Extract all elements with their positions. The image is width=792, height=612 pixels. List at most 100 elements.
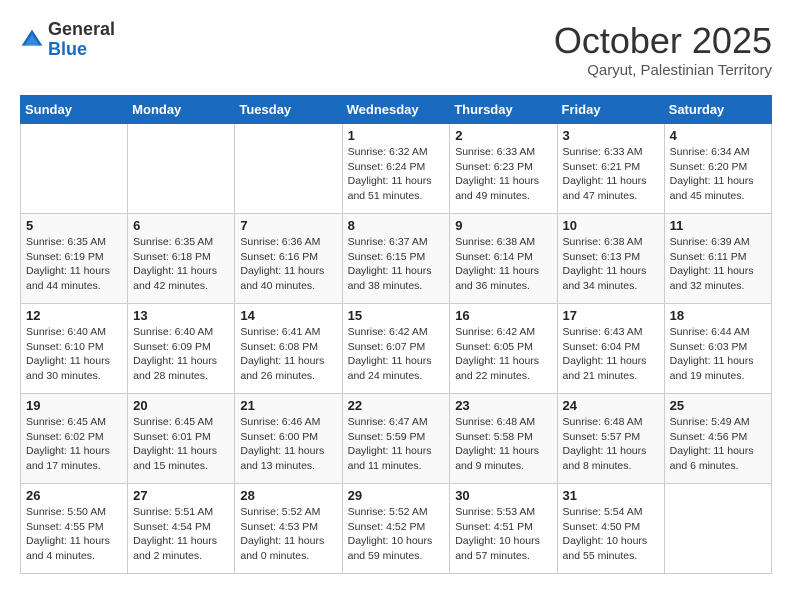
day-info: Sunrise: 5:52 AM Sunset: 4:53 PM Dayligh… <box>240 505 336 564</box>
calendar-week-5: 26 Sunrise: 5:50 AM Sunset: 4:55 PM Dayli… <box>21 484 772 574</box>
day-number: 27 <box>133 488 229 503</box>
day-info: Sunrise: 5:52 AM Sunset: 4:52 PM Dayligh… <box>348 505 445 564</box>
day-info: Sunrise: 5:54 AM Sunset: 4:50 PM Dayligh… <box>563 505 659 564</box>
day-info: Sunrise: 6:43 AM Sunset: 6:04 PM Dayligh… <box>563 325 659 384</box>
day-number: 31 <box>563 488 659 503</box>
day-number: 11 <box>670 218 766 233</box>
day-info: Sunrise: 6:39 AM Sunset: 6:11 PM Dayligh… <box>670 235 766 294</box>
day-info: Sunrise: 6:33 AM Sunset: 6:23 PM Dayligh… <box>455 145 551 204</box>
calendar-cell: 14Sunrise: 6:41 AM Sunset: 6:08 PM Dayli… <box>235 304 342 394</box>
calendar-cell: 18 Sunrise: 6:44 AM Sunset: 6:03 PM Dayli… <box>664 304 771 394</box>
weekday-row: SundayMondayTuesdayWednesdayThursdayFrid… <box>21 96 772 124</box>
logo-text: General Blue <box>48 20 115 60</box>
day-info: Sunrise: 6:44 AM Sunset: 6:03 PM Dayligh… <box>670 325 766 384</box>
day-info: Sunrise: 6:42 AM Sunset: 6:05 PM Dayligh… <box>455 325 551 384</box>
day-number: 12 <box>26 308 122 323</box>
calendar-week-4: 19 Sunrise: 6:45 AM Sunset: 6:02 PM Dayli… <box>21 394 772 484</box>
logo-general-text: General <box>48 20 115 40</box>
calendar-cell <box>235 124 342 214</box>
location-title: Qaryut, Palestinian Territory <box>554 62 772 79</box>
day-number: 6 <box>133 218 229 233</box>
weekday-header-friday: Friday <box>557 96 664 124</box>
calendar-cell: 20Sunrise: 6:45 AM Sunset: 6:01 PM Dayli… <box>128 394 235 484</box>
day-info: Sunrise: 5:51 AM Sunset: 4:54 PM Dayligh… <box>133 505 229 564</box>
day-info: Sunrise: 6:35 AM Sunset: 6:18 PM Dayligh… <box>133 235 229 294</box>
logo-icon <box>20 28 44 52</box>
page-header: General Blue October 2025 Qaryut, Palest… <box>20 20 772 79</box>
day-info: Sunrise: 6:40 AM Sunset: 6:09 PM Dayligh… <box>133 325 229 384</box>
calendar-cell: 12 Sunrise: 6:40 AM Sunset: 6:10 PM Dayli… <box>21 304 128 394</box>
day-number: 30 <box>455 488 551 503</box>
day-number: 18 <box>670 308 766 323</box>
day-number: 8 <box>348 218 445 233</box>
day-info: Sunrise: 6:48 AM Sunset: 5:58 PM Dayligh… <box>455 415 551 474</box>
calendar-cell: 11 Sunrise: 6:39 AM Sunset: 6:11 PM Dayli… <box>664 214 771 304</box>
calendar-cell: 31 Sunrise: 5:54 AM Sunset: 4:50 PM Dayli… <box>557 484 664 574</box>
day-number: 19 <box>26 398 122 413</box>
day-number: 24 <box>563 398 659 413</box>
calendar-week-2: 5 Sunrise: 6:35 AM Sunset: 6:19 PM Daylig… <box>21 214 772 304</box>
month-title: October 2025 <box>554 20 772 62</box>
weekday-header-monday: Monday <box>128 96 235 124</box>
calendar-cell <box>664 484 771 574</box>
day-number: 14 <box>240 308 336 323</box>
weekday-header-tuesday: Tuesday <box>235 96 342 124</box>
calendar-week-3: 12 Sunrise: 6:40 AM Sunset: 6:10 PM Dayli… <box>21 304 772 394</box>
calendar-cell: 26 Sunrise: 5:50 AM Sunset: 4:55 PM Dayli… <box>21 484 128 574</box>
calendar-cell: 15Sunrise: 6:42 AM Sunset: 6:07 PM Dayli… <box>342 304 450 394</box>
calendar-cell: 29 Sunrise: 5:52 AM Sunset: 4:52 PM Dayli… <box>342 484 450 574</box>
day-info: Sunrise: 6:46 AM Sunset: 6:00 PM Dayligh… <box>240 415 336 474</box>
calendar-cell: 16 Sunrise: 6:42 AM Sunset: 6:05 PM Dayli… <box>450 304 557 394</box>
calendar-cell: 24Sunrise: 6:48 AM Sunset: 5:57 PM Dayli… <box>557 394 664 484</box>
title-block: October 2025 Qaryut, Palestinian Territo… <box>554 20 772 79</box>
calendar-cell <box>21 124 128 214</box>
calendar-week-1: 1 Sunrise: 6:32 AM Sunset: 6:24 PM Daylig… <box>21 124 772 214</box>
calendar-cell: 3Sunrise: 6:33 AM Sunset: 6:21 PM Daylig… <box>557 124 664 214</box>
calendar-cell: 19 Sunrise: 6:45 AM Sunset: 6:02 PM Dayli… <box>21 394 128 484</box>
calendar-cell: 2Sunrise: 6:33 AM Sunset: 6:23 PM Daylig… <box>450 124 557 214</box>
day-info: Sunrise: 6:40 AM Sunset: 6:10 PM Dayligh… <box>26 325 122 384</box>
day-number: 7 <box>240 218 336 233</box>
day-info: Sunrise: 6:34 AM Sunset: 6:20 PM Dayligh… <box>670 145 766 204</box>
day-number: 10 <box>563 218 659 233</box>
day-info: Sunrise: 6:45 AM Sunset: 6:02 PM Dayligh… <box>26 415 122 474</box>
day-number: 5 <box>26 218 122 233</box>
day-number: 26 <box>26 488 122 503</box>
day-info: Sunrise: 6:37 AM Sunset: 6:15 PM Dayligh… <box>348 235 445 294</box>
calendar-cell: 8 Sunrise: 6:37 AM Sunset: 6:15 PM Daylig… <box>342 214 450 304</box>
calendar-body: 1 Sunrise: 6:32 AM Sunset: 6:24 PM Daylig… <box>21 124 772 574</box>
calendar-cell: 7Sunrise: 6:36 AM Sunset: 6:16 PM Daylig… <box>235 214 342 304</box>
calendar-cell: 9Sunrise: 6:38 AM Sunset: 6:14 PM Daylig… <box>450 214 557 304</box>
day-info: Sunrise: 5:53 AM Sunset: 4:51 PM Dayligh… <box>455 505 551 564</box>
calendar-cell: 17 Sunrise: 6:43 AM Sunset: 6:04 PM Dayli… <box>557 304 664 394</box>
day-number: 16 <box>455 308 551 323</box>
weekday-header-saturday: Saturday <box>664 96 771 124</box>
weekday-header-thursday: Thursday <box>450 96 557 124</box>
day-number: 21 <box>240 398 336 413</box>
weekday-header-wednesday: Wednesday <box>342 96 450 124</box>
calendar-cell: 22 Sunrise: 6:47 AM Sunset: 5:59 PM Dayli… <box>342 394 450 484</box>
day-number: 29 <box>348 488 445 503</box>
calendar-cell: 25Sunrise: 5:49 AM Sunset: 4:56 PM Dayli… <box>664 394 771 484</box>
day-number: 17 <box>563 308 659 323</box>
day-info: Sunrise: 6:32 AM Sunset: 6:24 PM Dayligh… <box>348 145 445 204</box>
day-info: Sunrise: 6:35 AM Sunset: 6:19 PM Dayligh… <box>26 235 122 294</box>
calendar-cell: 4 Sunrise: 6:34 AM Sunset: 6:20 PM Daylig… <box>664 124 771 214</box>
day-number: 4 <box>670 128 766 143</box>
day-number: 13 <box>133 308 229 323</box>
day-number: 22 <box>348 398 445 413</box>
calendar-cell: 5 Sunrise: 6:35 AM Sunset: 6:19 PM Daylig… <box>21 214 128 304</box>
day-info: Sunrise: 6:47 AM Sunset: 5:59 PM Dayligh… <box>348 415 445 474</box>
day-info: Sunrise: 5:49 AM Sunset: 4:56 PM Dayligh… <box>670 415 766 474</box>
day-info: Sunrise: 6:33 AM Sunset: 6:21 PM Dayligh… <box>563 145 659 204</box>
day-info: Sunrise: 5:50 AM Sunset: 4:55 PM Dayligh… <box>26 505 122 564</box>
logo-blue-text: Blue <box>48 40 115 60</box>
day-number: 9 <box>455 218 551 233</box>
calendar-cell: 21 Sunrise: 6:46 AM Sunset: 6:00 PM Dayli… <box>235 394 342 484</box>
day-info: Sunrise: 6:45 AM Sunset: 6:01 PM Dayligh… <box>133 415 229 474</box>
logo: General Blue <box>20 20 115 60</box>
day-number: 28 <box>240 488 336 503</box>
calendar-table: SundayMondayTuesdayWednesdayThursdayFrid… <box>20 95 772 574</box>
day-number: 1 <box>348 128 445 143</box>
day-info: Sunrise: 6:38 AM Sunset: 6:13 PM Dayligh… <box>563 235 659 294</box>
